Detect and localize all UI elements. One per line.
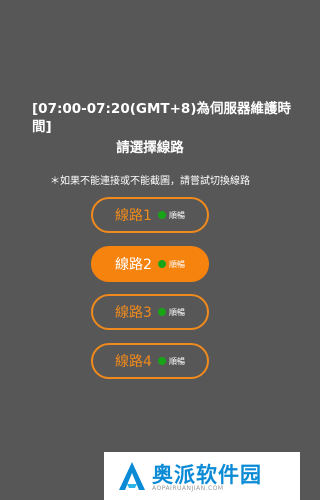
status-dot-icon (157, 357, 166, 365)
line-label: 線路4 (115, 354, 152, 370)
line-label: 線路1 (115, 208, 152, 224)
line-3-button[interactable]: 線路3 順暢 (91, 294, 209, 330)
watermark-subtext: AOPAIRUANJIAN.COM (152, 485, 224, 492)
switch-line-hint: ＊如果不能連接或不能截圖，請嘗試切換線路 (50, 176, 250, 187)
line-2-button[interactable]: 線路2 順暢 (91, 246, 209, 282)
page-title: 請選擇線路 (116, 140, 184, 156)
line-label: 線路3 (115, 305, 152, 321)
line-status: 順暢 (168, 356, 185, 366)
maintenance-notice: [07:00-07:20(GMT+8)為伺服器維護時間] (32, 101, 291, 135)
line-4-button[interactable]: 線路4 順暢 (91, 343, 209, 379)
status-dot-icon (157, 211, 166, 219)
watermark: 奥派软件园 AOPAIRUANJIAN.COM (104, 452, 300, 500)
status-dot-icon (157, 260, 166, 268)
line-1-button[interactable]: 線路1 順暢 (91, 197, 209, 233)
status-dot-icon (157, 308, 166, 316)
line-status: 順暢 (168, 210, 185, 220)
line-label: 線路2 (115, 257, 152, 273)
line-status: 順暢 (168, 259, 185, 269)
line-status: 順暢 (168, 307, 185, 317)
triangle-a-logo-icon (119, 462, 145, 490)
